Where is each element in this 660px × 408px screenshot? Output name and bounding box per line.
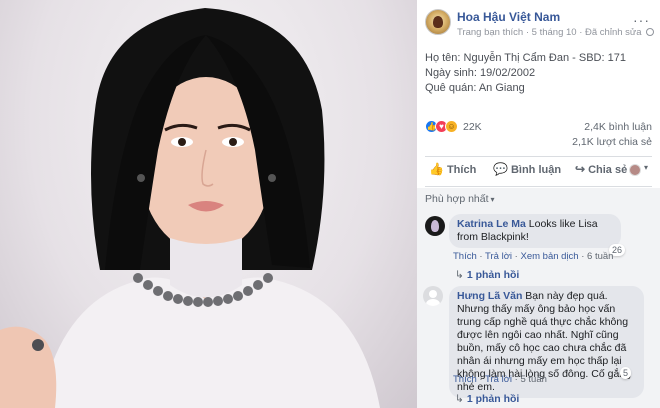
comment-bubble: Katrina Le Ma Looks like Lisa from Black… [449,214,621,248]
post-date[interactable]: 5 tháng 10 [532,27,577,38]
comment-reply-link[interactable]: Trả lời [485,374,512,385]
post-meta: Trang bạn thích · 5 tháng 10 · Đã chỉnh … [457,27,655,38]
comment-count[interactable]: 2,4K bình luận [584,121,652,133]
post-panel: Hoa Hậu Việt Nam Trang bạn thích · 5 thá… [417,0,660,408]
share-count[interactable]: 2,1K lượt chia sẻ [572,136,652,148]
comment-sort-dropdown[interactable]: Phù hợp nhất ▾ [425,193,495,205]
commenter-avatar[interactable] [423,286,443,306]
post-line-hometown: Quê quán: An Giang [425,82,525,94]
comment-reactions[interactable]: 5 [620,367,632,379]
page-avatar[interactable] [425,9,451,35]
haha-reaction-icon: ☺ [445,120,458,133]
actor-avatar[interactable] [629,164,641,176]
comment-reply-link[interactable]: Trả lời [485,251,512,262]
chevron-down-icon: ▾ [490,195,495,204]
divider [425,186,652,187]
share-icon: ↪ [575,162,586,176]
post-line-name: Họ tên: Nguyễn Thị Cẩm Đan - SBD: 171 [425,52,626,64]
comment-time[interactable]: 6 tuần [587,251,613,262]
like-icon: 👍 [429,162,444,176]
view-replies-link[interactable]: ↳ 1 phản hồi [455,269,519,281]
portrait-image [0,8,380,408]
post-header: Hoa Hậu Việt Nam Trang bạn thích · 5 thá… [417,0,660,44]
left-earring-shape [137,174,145,182]
post-photo[interactable] [0,0,417,408]
globe-icon [646,28,655,36]
view-replies-link[interactable]: ↳ 1 phản hồi [455,393,519,405]
post-line-birthday: Ngày sinh: 19/02/2002 [425,67,536,79]
comment-like-link[interactable]: Thích [453,251,477,262]
page-name-link[interactable]: Hoa Hậu Việt Nam [457,10,560,24]
comment-reaction-count: 5 [623,368,629,378]
post-actions: 👍 Thích 💬 Bình luận ↪ Chia sẻ ▾ [417,158,660,184]
reply-arrow-icon: ↳ [455,269,464,281]
replies-label: 1 phản hồi [466,393,520,405]
comment-label: Bình luận [510,164,562,176]
chevron-down-icon[interactable]: ▾ [644,163,648,172]
comment-like-link[interactable]: Thích [453,374,477,385]
reply-arrow-icon: ↳ [455,393,464,405]
hand-shape [0,326,57,408]
ring-shape [32,339,44,351]
comment-translate-link[interactable]: Xem bản dịch [521,251,579,262]
comment-icon: 💬 [493,162,508,176]
comment-reaction-count: 26 [612,245,623,255]
share-label: Chia sẻ [588,164,628,176]
edited-label[interactable]: Đã chỉnh sửa [585,27,642,38]
comment-button[interactable]: 💬 Bình luận [493,162,561,176]
reaction-count[interactable]: 22K [463,121,482,133]
replies-label: 1 phản hồi [466,269,520,281]
divider [425,156,652,157]
comment-author[interactable]: Hưng Lã Văn [457,290,522,302]
right-earring-shape [268,174,276,182]
reactions-bar: 👍 ♥ ☺ 22K 2,4K bình luận 2,1K lượt chia … [425,120,652,150]
more-options-icon[interactable]: ··· [633,12,650,28]
commenter-avatar[interactable] [425,216,445,236]
comment-author[interactable]: Katrina Le Ma [457,218,526,230]
post-text: Họ tên: Nguyễn Thị Cẩm Đan - SBD: 171 Ng… [425,51,626,96]
meta-liked-label: Trang bạn thích [457,27,524,38]
comment-actions: Thích · Trả lời · Xem bản dịch · 6 tuần [453,251,614,262]
like-button[interactable]: 👍 Thích [429,162,476,176]
like-label: Thích [446,164,477,176]
comment-actions: Thích · Trả lời · 5 tuần [453,374,547,385]
sort-label: Phù hợp nhất [425,193,489,205]
comment-time[interactable]: 5 tuần [521,374,547,385]
share-button[interactable]: ↪ Chia sẻ [575,162,627,176]
collar-shape [170,238,242,298]
